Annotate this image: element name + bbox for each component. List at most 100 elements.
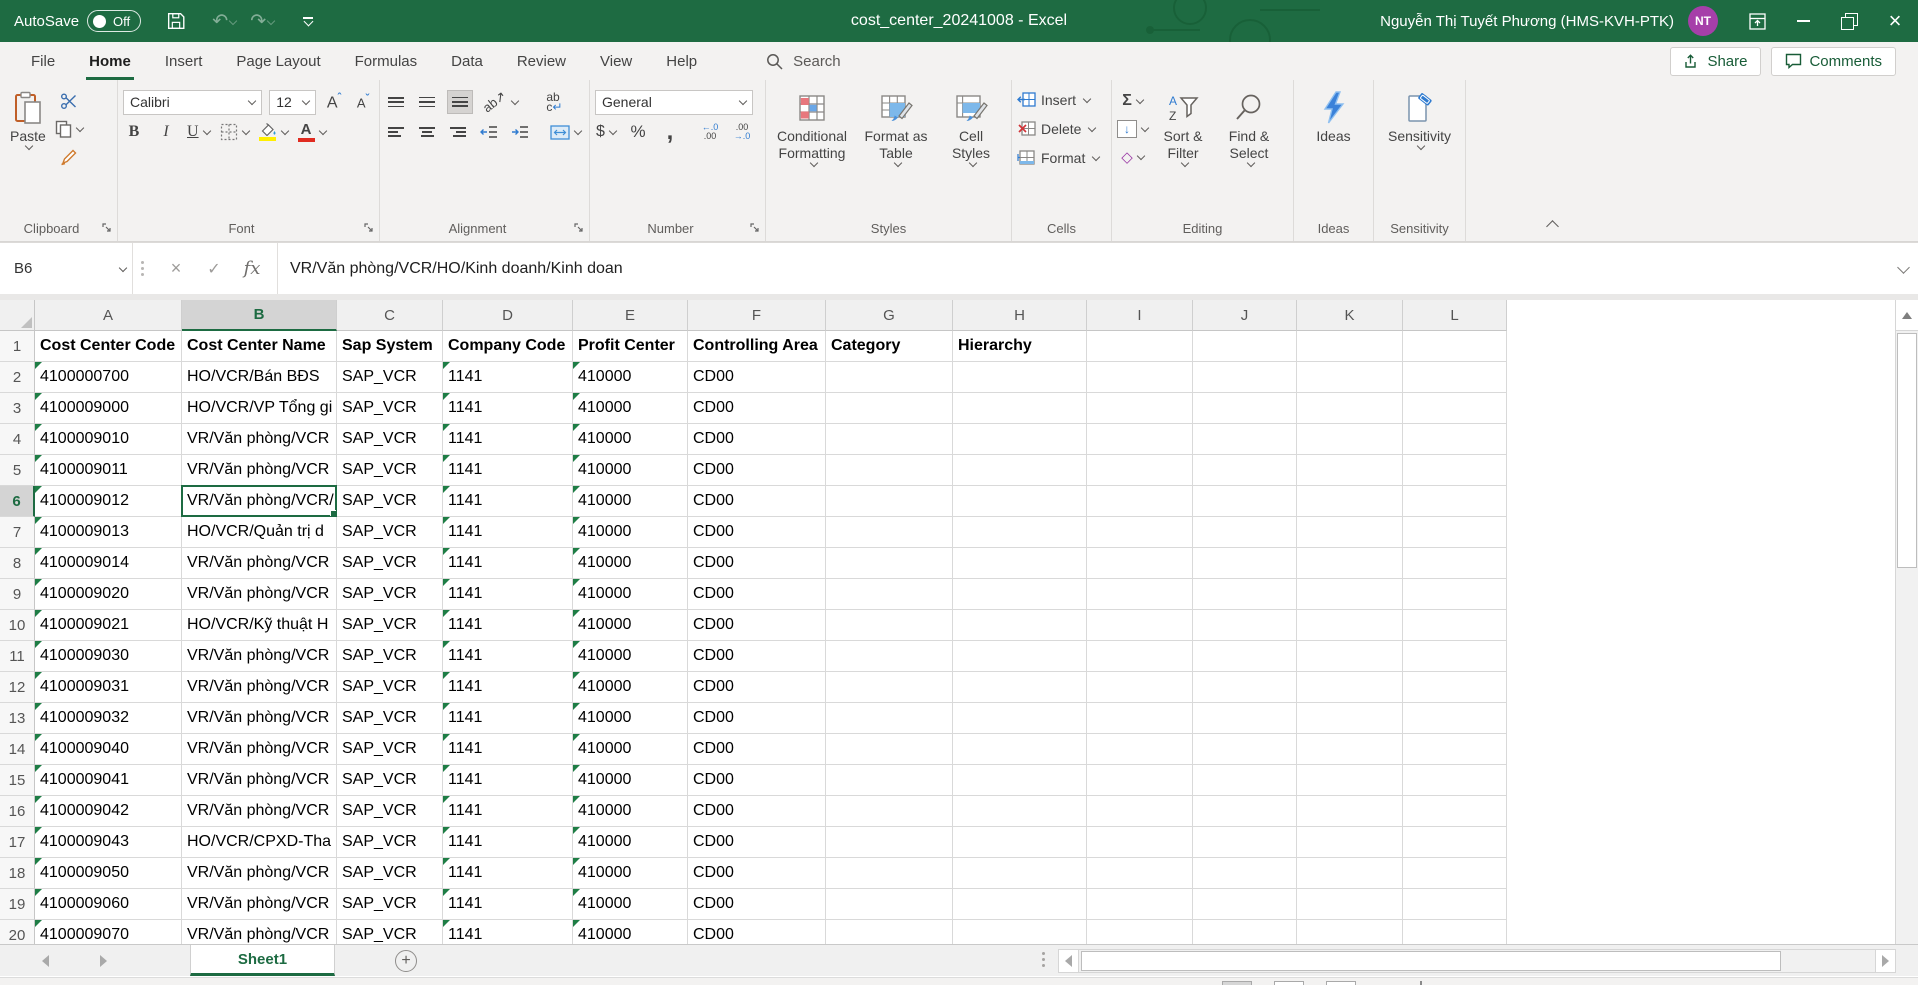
cell-B12[interactable]: VR/Văn phòng/VCR <box>182 672 337 703</box>
cell-F16[interactable]: CD00 <box>688 796 826 827</box>
cell-L8[interactable] <box>1403 548 1507 579</box>
cell-A10[interactable]: 4100009021 <box>35 610 182 641</box>
horizontal-scrollbar[interactable] <box>1058 949 1896 973</box>
ribbon-display-options-button[interactable] <box>1734 0 1780 42</box>
scroll-left-button[interactable] <box>1059 950 1079 972</box>
cell-I8[interactable] <box>1087 548 1193 579</box>
number-dialog-launcher[interactable] <box>750 223 761 234</box>
tab-file[interactable]: File <box>14 42 72 80</box>
decrease-font-button[interactable]: Aˇ <box>352 90 374 114</box>
cell-L6[interactable] <box>1403 486 1507 517</box>
fill-color-button[interactable] <box>259 120 288 144</box>
cell-G16[interactable] <box>826 796 953 827</box>
cell-J8[interactable] <box>1193 548 1297 579</box>
cell-D12[interactable]: 1141 <box>443 672 573 703</box>
vertical-scrollbar[interactable] <box>1895 300 1918 944</box>
cell-A11[interactable]: 4100009030 <box>35 641 182 672</box>
cell-H11[interactable] <box>953 641 1087 672</box>
cell-D19[interactable]: 1141 <box>443 889 573 920</box>
cell-F5[interactable]: CD00 <box>688 455 826 486</box>
cell-C18[interactable]: SAP_VCR <box>337 858 443 889</box>
cell-B5[interactable]: VR/Văn phòng/VCR <box>182 455 337 486</box>
cell-I17[interactable] <box>1087 827 1193 858</box>
cell-I1[interactable] <box>1087 331 1193 362</box>
cell-C3[interactable]: SAP_VCR <box>337 393 443 424</box>
cell-E9[interactable]: 410000 <box>573 579 688 610</box>
cell-E20[interactable]: 410000 <box>573 920 688 944</box>
cell-B20[interactable]: VR/Văn phòng/VCR <box>182 920 337 944</box>
cell-C8[interactable]: SAP_VCR <box>337 548 443 579</box>
cell-J14[interactable] <box>1193 734 1297 765</box>
cell-H9[interactable] <box>953 579 1087 610</box>
cell-D2[interactable]: 1141 <box>443 362 573 393</box>
cell-I3[interactable] <box>1087 393 1193 424</box>
autosum-button[interactable]: Σ <box>1117 89 1148 113</box>
cell-E19[interactable]: 410000 <box>573 889 688 920</box>
scroll-right-button[interactable] <box>1875 950 1895 972</box>
cell-F18[interactable]: CD00 <box>688 858 826 889</box>
cell-J10[interactable] <box>1193 610 1297 641</box>
cell-K4[interactable] <box>1297 424 1403 455</box>
font-color-button[interactable]: A <box>298 120 326 144</box>
tab-page-layout[interactable]: Page Layout <box>219 42 337 80</box>
cell-H6[interactable] <box>953 486 1087 517</box>
cell-L7[interactable] <box>1403 517 1507 548</box>
cell-K15[interactable] <box>1297 765 1403 796</box>
page-break-view-button[interactable] <box>1326 981 1356 985</box>
cell-B9[interactable]: VR/Văn phòng/VCR <box>182 579 337 610</box>
cell-H8[interactable] <box>953 548 1087 579</box>
cell-J6[interactable] <box>1193 486 1297 517</box>
autosave-toggle[interactable]: AutoSave Off <box>14 10 141 32</box>
cell-H3[interactable] <box>953 393 1087 424</box>
cell-C2[interactable]: SAP_VCR <box>337 362 443 393</box>
row-header-10[interactable]: 10 <box>0 610 35 641</box>
cell-H19[interactable] <box>953 889 1087 920</box>
percent-style-button[interactable]: % <box>627 120 649 144</box>
cell-A6[interactable]: 4100009012 <box>35 486 182 517</box>
column-header-C[interactable]: C <box>337 300 443 331</box>
cell-A7[interactable]: 4100009013 <box>35 517 182 548</box>
cell-G10[interactable] <box>826 610 953 641</box>
cell-D3[interactable]: 1141 <box>443 393 573 424</box>
cell-L4[interactable] <box>1403 424 1507 455</box>
cell-C14[interactable]: SAP_VCR <box>337 734 443 765</box>
select-all-corner[interactable] <box>0 300 35 331</box>
cell-G8[interactable] <box>826 548 953 579</box>
cell-D6[interactable]: 1141 <box>443 486 573 517</box>
cell-K5[interactable] <box>1297 455 1403 486</box>
increase-font-button[interactable]: Aˆ <box>323 90 345 114</box>
cell-K12[interactable] <box>1297 672 1403 703</box>
column-header-I[interactable]: I <box>1087 300 1193 331</box>
new-sheet-button[interactable]: + <box>395 950 417 972</box>
cell-I5[interactable] <box>1087 455 1193 486</box>
tab-home[interactable]: Home <box>72 42 148 80</box>
search-box[interactable]: Search <box>766 53 841 70</box>
cell-F7[interactable]: CD00 <box>688 517 826 548</box>
column-header-E[interactable]: E <box>573 300 688 331</box>
cell-I13[interactable] <box>1087 703 1193 734</box>
cell-E15[interactable]: 410000 <box>573 765 688 796</box>
quick-access-customize-button[interactable] <box>291 4 325 38</box>
cell-A19[interactable]: 4100009060 <box>35 889 182 920</box>
restore-button[interactable] <box>1826 0 1872 42</box>
cell-D7[interactable]: 1141 <box>443 517 573 548</box>
cell-F11[interactable]: CD00 <box>688 641 826 672</box>
cell-A4[interactable]: 4100009010 <box>35 424 182 455</box>
row-header-17[interactable]: 17 <box>0 827 35 858</box>
sort-filter-button[interactable]: A Z Sort & Filter <box>1152 87 1214 169</box>
user-name[interactable]: Nguyễn Thị Tuyết Phương (HMS-KVH-PTK) <box>1380 13 1674 30</box>
cell-H1[interactable]: Hierarchy <box>953 331 1087 362</box>
cell-D18[interactable]: 1141 <box>443 858 573 889</box>
cell-G4[interactable] <box>826 424 953 455</box>
cut-button[interactable] <box>55 89 83 113</box>
cell-G15[interactable] <box>826 765 953 796</box>
cell-C7[interactable]: SAP_VCR <box>337 517 443 548</box>
align-right-button[interactable] <box>447 120 469 144</box>
cell-G17[interactable] <box>826 827 953 858</box>
cell-K16[interactable] <box>1297 796 1403 827</box>
cell-I7[interactable] <box>1087 517 1193 548</box>
cell-F17[interactable]: CD00 <box>688 827 826 858</box>
align-left-button[interactable] <box>385 120 407 144</box>
column-header-J[interactable]: J <box>1193 300 1297 331</box>
cell-C4[interactable]: SAP_VCR <box>337 424 443 455</box>
